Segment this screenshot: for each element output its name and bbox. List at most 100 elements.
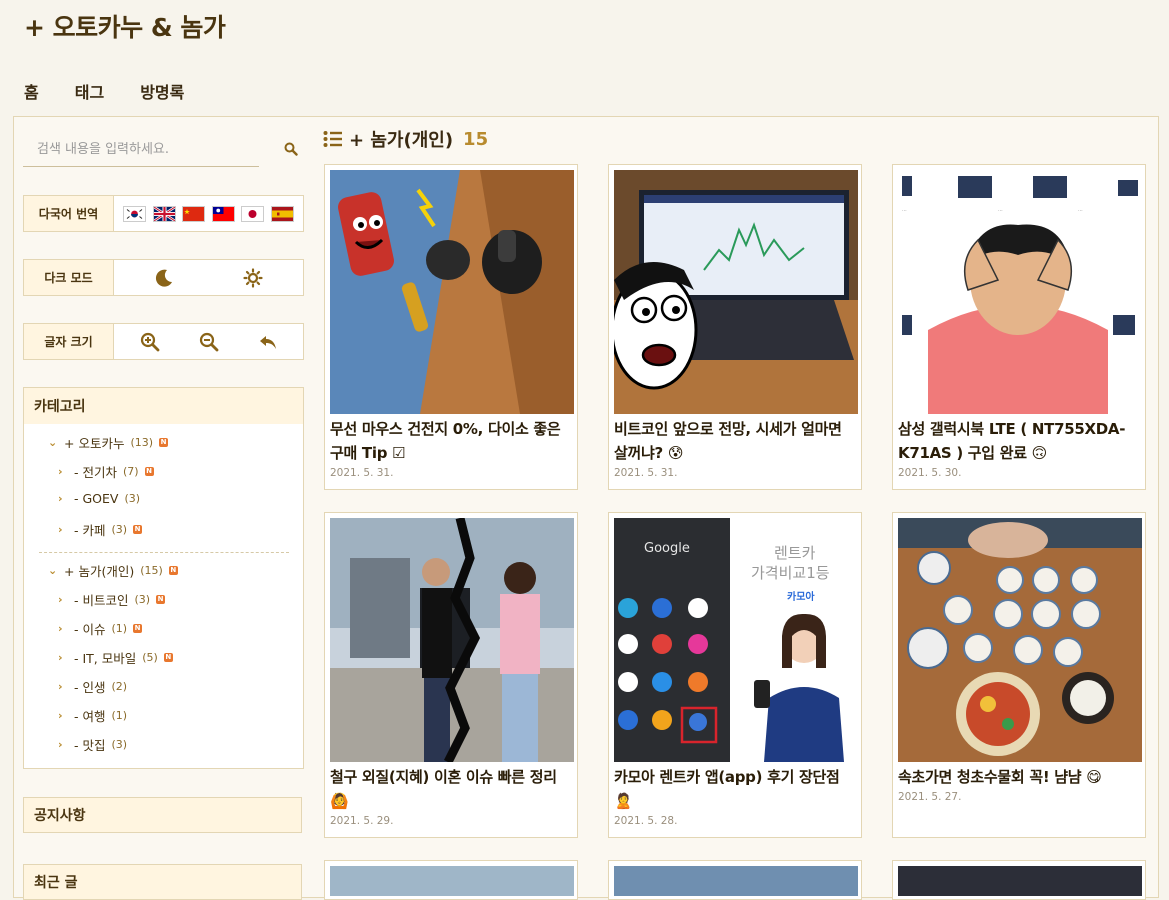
search-icon[interactable] [284,142,298,156]
svg-text:···: ··· [998,208,1003,214]
list-icon [323,131,342,147]
post-card[interactable]: 속초가면 청초수물회 꼭! 냠냠 😋 2021. 5. 27. [892,512,1146,838]
fontsize-label: 글자 크기 [24,324,114,359]
top-nav: 홈 태그 방명록 [24,79,184,103]
chevron-right-icon: › [58,738,63,751]
category-divider [39,552,289,553]
chevron-right-icon: › [58,465,63,478]
new-badge: N [159,438,169,447]
chevron-right-icon: › [58,492,63,505]
list-title: + 놈가(개인) [349,130,454,151]
sun-icon[interactable] [243,267,263,288]
post-thumbnail[interactable] [614,866,858,896]
post-date: 2021. 5. 31. [614,467,678,479]
post-card[interactable]: 철구 외질(지혜) 이혼 이슈 빠른 정리 🙆 2021. 5. 29. [324,512,578,838]
recent-posts-panel[interactable]: 최근 글 [23,864,302,900]
post-card[interactable]: 비트코인 앞으로 전망, 시세가 얼마면 살꺼냐? 😰 2021. 5. 31. [608,164,862,490]
zoom-out-icon[interactable] [199,332,219,352]
reset-arrow-icon[interactable] [258,332,278,352]
svg-text:···: ··· [902,208,907,214]
moon-icon[interactable] [154,268,174,288]
chevron-right-icon: › [58,709,63,722]
category-item-food[interactable]: › - 맛집 (3) [58,735,127,754]
post-card[interactable]: ··· ··· ··· 삼성 갤럭시북 LTE ( NT755XDA-K71AS )… [892,164,1146,490]
list-count: 15 [463,128,489,150]
darkmode-panel: 다크 모드 [23,259,304,296]
search-box [23,133,259,167]
new-badge: N [144,467,154,476]
thumb-google-text: Google [644,541,690,556]
taiwan-flag[interactable] [211,205,235,222]
japan-flag[interactable] [241,205,265,222]
nav-guestbook[interactable]: 방명록 [140,79,184,103]
svg-text:···: ··· [1078,208,1083,214]
spain-flag[interactable] [270,205,294,222]
post-title[interactable]: 무선 마우스 건전지 0%, 다이소 좋은 구매 Tip ☑ [330,417,572,465]
new-badge: N [163,653,173,662]
post-card[interactable] [892,860,1146,900]
translate-panel: 다국어 번역 [23,195,304,232]
post-card[interactable] [608,860,862,900]
category-item-cafe[interactable]: › - 카페 (3) N [58,520,143,539]
nav-home[interactable]: 홈 [24,79,39,103]
category-item-issue[interactable]: › - 이슈 (1) N [58,619,143,638]
post-thumbnail[interactable] [898,866,1142,896]
korea-flag[interactable] [123,205,147,222]
new-badge: N [156,595,166,604]
notice-panel[interactable]: 공지사항 [23,797,302,833]
chevron-right-icon: › [58,523,63,536]
translate-label: 다국어 번역 [24,196,114,231]
post-title[interactable]: 카모아 렌트카 앱(app) 후기 장단점 🙎 [614,765,856,813]
post-date: 2021. 5. 30. [898,467,962,479]
thumb-rentcar-text: 렌트카 [774,544,816,562]
category-group-personal[interactable]: ⌄ + 놈가(개인) (15) N [48,561,178,580]
search-input[interactable] [23,133,259,165]
post-card[interactable] [324,860,578,900]
thumb-camoa-text: 카모아 [787,590,815,603]
uk-flag[interactable] [152,205,176,222]
post-title[interactable]: 비트코인 앞으로 전망, 시세가 얼마면 살꺼냐? 😰 [614,417,856,465]
post-title[interactable]: 철구 외질(지혜) 이혼 이슈 빠른 정리 🙆 [330,765,572,813]
chevron-right-icon: › [58,622,63,635]
category-title: 카테고리 [24,388,303,424]
chevron-down-icon: ⌄ [48,564,58,577]
post-thumbnail[interactable] [614,170,858,414]
post-card[interactable]: Google 렌트카 가격비교1등 카모아 카모아 렌트카 앱(app) 후기 … [608,512,862,838]
new-badge: N [168,566,178,575]
post-thumbnail[interactable] [330,866,574,896]
chevron-down-icon: ⌄ [48,436,58,449]
category-item-it-mobile[interactable]: › - IT, 모바일 (5) N [58,648,173,667]
post-title[interactable]: 속초가면 청초수물회 꼭! 냠냠 😋 [898,765,1140,789]
post-thumbnail[interactable] [330,170,574,414]
site-title[interactable]: + 오토카누 & 놈가 [24,8,226,44]
post-date: 2021. 5. 29. [330,815,394,827]
category-item-travel[interactable]: › - 여행 (1) [58,706,127,725]
chevron-right-icon: › [58,680,63,693]
post-thumbnail[interactable] [330,518,574,762]
new-badge: N [133,624,143,633]
post-thumbnail[interactable]: ··· ··· ··· [898,170,1142,414]
post-date: 2021. 5. 28. [614,815,678,827]
nav-tags[interactable]: 태그 [75,79,104,103]
fontsize-panel: 글자 크기 [23,323,304,360]
chevron-right-icon: › [58,651,63,664]
list-header: + 놈가(개인) 15 [323,126,488,152]
chevron-right-icon: › [58,593,63,606]
category-item-ev[interactable]: › - 전기차 (7) N [58,462,154,481]
category-item-bitcoin[interactable]: › - 비트코인 (3) N [58,590,166,609]
darkmode-label: 다크 모드 [24,260,114,295]
post-thumbnail[interactable] [898,518,1142,762]
category-group-autocanoo[interactable]: ⌄ + 오토카누 (13) N [48,433,169,452]
category-item-goev[interactable]: › - GOEV (3) [58,491,140,506]
post-card[interactable]: 무선 마우스 건전지 0%, 다이소 좋은 구매 Tip ☑ 2021. 5. … [324,164,578,490]
post-date: 2021. 5. 31. [330,467,394,479]
china-flag[interactable] [182,205,206,222]
category-item-life[interactable]: › - 인생 (2) [58,677,127,696]
post-thumbnail[interactable]: Google 렌트카 가격비교1등 카모아 [614,518,858,762]
category-panel: 카테고리 ⌄ + 오토카누 (13) N › - 전기차 (7) N › - G… [23,387,304,769]
new-badge: N [133,525,143,534]
zoom-in-icon[interactable] [140,332,160,352]
post-title[interactable]: 삼성 갤럭시북 LTE ( NT755XDA-K71AS ) 구입 완료 🙃 [898,417,1140,465]
thumb-compare-text: 가격비교1등 [751,564,830,582]
post-date: 2021. 5. 27. [898,791,962,803]
